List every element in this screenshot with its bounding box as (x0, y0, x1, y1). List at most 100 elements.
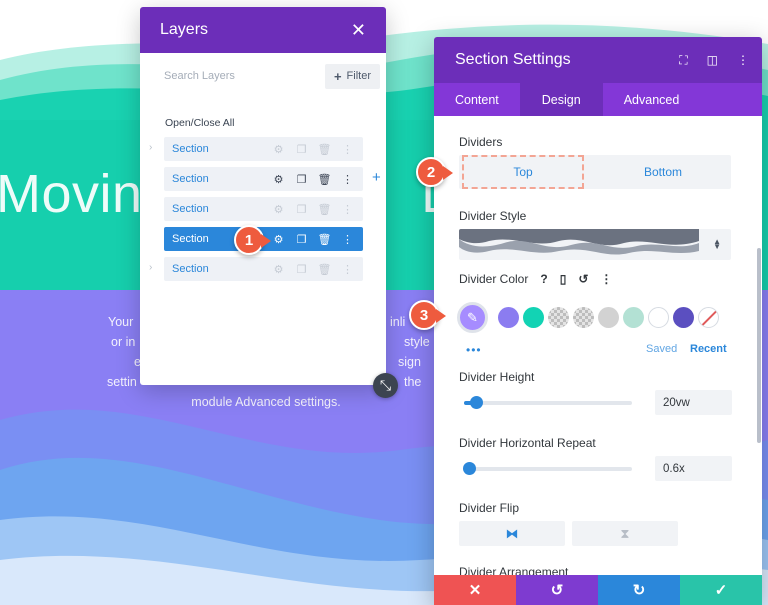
duplicate-icon[interactable]: ❐ (294, 263, 309, 276)
color-swatches: ✎ (457, 302, 723, 333)
duplicate-icon[interactable]: ❐ (294, 233, 309, 246)
search-input[interactable]: Search Layers (164, 70, 325, 82)
divider-style-label: Divider Style (459, 209, 527, 223)
color-swatch[interactable] (523, 307, 544, 328)
color-swatch[interactable] (573, 307, 594, 328)
gear-icon[interactable]: ⚙ (271, 173, 286, 186)
tab-content[interactable]: Content (434, 83, 520, 116)
more-icon[interactable]: ⋮ (340, 143, 355, 156)
save-button[interactable]: ✓ (680, 575, 762, 605)
reset-icon[interactable]: ↺ (578, 272, 588, 286)
split-view-icon[interactable]: ◫ (707, 53, 718, 67)
caret-right-icon[interactable]: › (149, 262, 152, 273)
discard-button[interactable]: ✕ (434, 575, 516, 605)
trash-icon[interactable]: 🗑 (317, 233, 332, 246)
resize-handle-icon[interactable]: ⤡ (373, 373, 398, 398)
flip-vertical-icon: ⧗ (620, 525, 630, 541)
settings-header: Section Settings ⛶ ◫ ⋮ (434, 37, 762, 83)
gear-icon[interactable]: ⚙ (271, 143, 286, 156)
divider-height-input[interactable]: 20vw (655, 390, 732, 415)
layer-item[interactable]: Section ⚙ ❐ 🗑 ⋮ (164, 137, 363, 161)
filter-button[interactable]: + Filter (324, 63, 380, 89)
color-swatch[interactable] (598, 307, 619, 328)
duplicate-icon[interactable]: ❐ (294, 173, 309, 186)
duplicate-icon[interactable]: ❐ (294, 203, 309, 216)
divider-flip-label: Divider Flip (459, 501, 520, 515)
more-icon[interactable]: ⋮ (340, 263, 355, 276)
tab-advanced[interactable]: Advanced (603, 83, 701, 116)
trash-icon[interactable]: 🗑 (317, 263, 332, 276)
divider-repeat-label: Divider Horizontal Repeat (459, 436, 596, 450)
recent-colors-link[interactable]: Recent (690, 343, 727, 355)
gear-icon[interactable]: ⚙ (271, 263, 286, 276)
trash-icon[interactable]: 🗑 (317, 203, 332, 216)
divider-style-preview (459, 229, 699, 255)
dividers-label: Dividers (459, 135, 503, 149)
color-swatch[interactable] (498, 307, 519, 328)
tab-design[interactable]: Design (519, 83, 603, 116)
divider-style-select[interactable]: ▲ ▼ (459, 229, 731, 260)
layer-label: Section (172, 203, 209, 215)
divider-repeat-slider[interactable] (463, 462, 632, 475)
help-icon[interactable]: ? (540, 272, 547, 286)
more-icon[interactable]: ⋮ (340, 233, 355, 246)
open-close-all-link[interactable]: Open/Close All (165, 117, 386, 129)
divider-color-label: Divider Color (459, 272, 529, 286)
more-icon[interactable]: ⋮ (600, 272, 612, 286)
divider-repeat-input[interactable]: 0.6x (655, 456, 732, 481)
settings-tabs: Content Design Advanced (434, 83, 762, 116)
flip-vertical-button[interactable]: ⧗ (572, 521, 678, 546)
color-swatch[interactable] (623, 307, 644, 328)
saved-colors-link[interactable]: Saved (646, 343, 677, 355)
duplicate-icon[interactable]: ❐ (294, 143, 309, 156)
redo-button[interactable]: ↻ (598, 575, 680, 605)
divider-position-toggle: Top Bottom (459, 155, 731, 189)
layer-label: Section (172, 263, 209, 275)
scrollbar[interactable] (757, 248, 761, 443)
more-icon[interactable]: ⋮ (340, 173, 355, 186)
layer-item[interactable]: Section ⚙ ❐ 🗑 ⋮ (164, 197, 363, 221)
color-swatch[interactable] (548, 307, 569, 328)
divider-height-slider[interactable] (464, 396, 632, 409)
undo-button[interactable]: ↺ (516, 575, 598, 605)
layer-row: Section ⚙ ❐ 🗑 ⋮ + (140, 167, 386, 197)
divider-height-label: Divider Height (459, 370, 535, 384)
trash-icon[interactable]: 🗑 (317, 173, 332, 186)
gear-icon[interactable]: ⚙ (271, 203, 286, 216)
close-icon[interactable]: ✕ (351, 21, 366, 39)
mobile-icon[interactable]: ▯ (560, 272, 567, 286)
layer-item[interactable]: Section ⚙ ❐ 🗑 ⋮ (164, 257, 363, 281)
select-arrows-icon: ▲ ▼ (713, 237, 721, 251)
redo-icon: ↻ (632, 582, 646, 599)
more-colors-icon[interactable]: ••• (466, 343, 482, 357)
divider-bottom-button[interactable]: Bottom (595, 155, 731, 189)
filter-label: Filter (346, 70, 371, 82)
color-picker-button[interactable]: ✎ (457, 302, 488, 333)
trash-icon[interactable]: 🗑 (317, 143, 332, 156)
layers-search-row: Search Layers + Filter (140, 59, 386, 93)
layer-row: Section ⚙ ❐ 🗑 ⋮ (140, 197, 386, 227)
step-badge-1: 1 (234, 225, 271, 255)
expand-icon[interactable]: ⛶ (679, 53, 687, 68)
divider-top-button[interactable]: Top (462, 155, 584, 189)
undo-icon: ↺ (550, 582, 564, 599)
color-swatch[interactable] (648, 307, 669, 328)
more-icon[interactable]: ⋮ (737, 53, 749, 67)
flip-horizontal-button[interactable]: ⧓ (459, 521, 565, 546)
add-layer-icon[interactable]: + (372, 169, 381, 186)
step-badge-3: 3 (409, 300, 446, 330)
close-icon: ✕ (468, 582, 482, 599)
slider-thumb[interactable] (463, 462, 477, 475)
section-settings-panel: Section Settings ⛶ ◫ ⋮ Content Design Ad… (434, 37, 762, 605)
slider-thumb[interactable] (469, 396, 483, 409)
more-icon[interactable]: ⋮ (340, 203, 355, 216)
settings-body: Dividers Top Bottom Divider Style ▲ ▼ Div… (434, 116, 762, 575)
gear-icon[interactable]: ⚙ (271, 233, 286, 246)
layer-label: Section (172, 173, 209, 185)
settings-footer: ✕ ↺ ↻ ✓ (434, 575, 762, 605)
no-color-swatch[interactable] (698, 307, 719, 328)
caret-right-icon[interactable]: › (149, 142, 152, 153)
plus-icon: + (333, 68, 342, 84)
layer-item[interactable]: Section ⚙ ❐ 🗑 ⋮ (164, 167, 363, 191)
color-swatch[interactable] (673, 307, 694, 328)
